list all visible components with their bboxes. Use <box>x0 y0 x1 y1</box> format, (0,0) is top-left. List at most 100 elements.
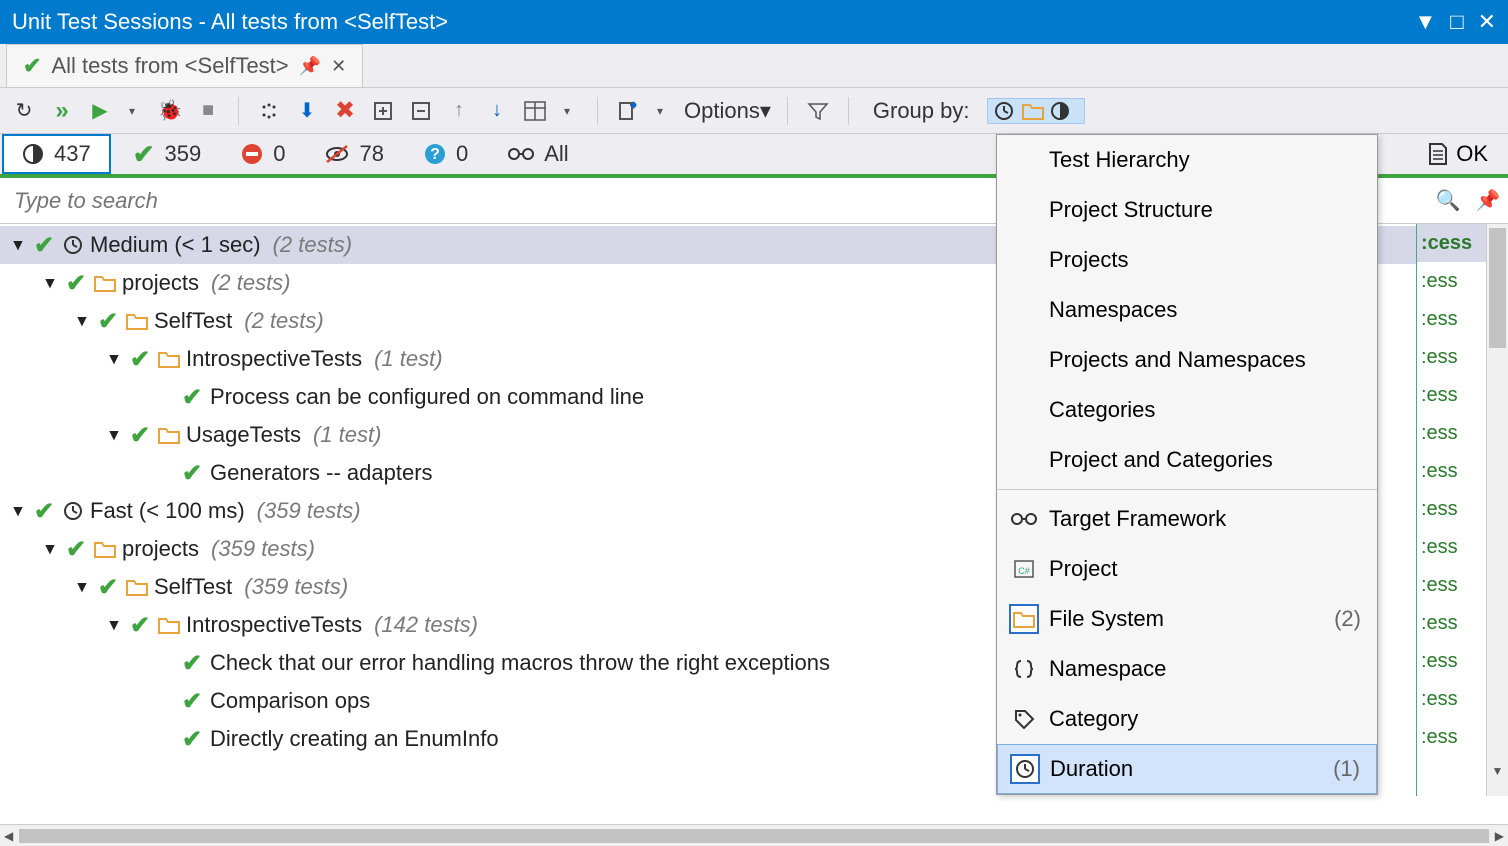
popup-label: Projects <box>1049 247 1128 273</box>
svg-text:C#: C# <box>1018 566 1030 576</box>
separator <box>787 97 788 125</box>
export-button[interactable] <box>614 97 642 125</box>
expand-icon[interactable]: ▲ <box>42 274 58 292</box>
check-icon: ✔ <box>96 573 120 602</box>
result-cell: :ess <box>1417 680 1486 718</box>
separator <box>597 97 598 125</box>
tab-session[interactable]: ✔ All tests from <SelfTest> 📌 ✕ <box>6 44 363 87</box>
tree-label: SelfTest <box>154 308 232 334</box>
check-icon: ✔ <box>128 611 152 640</box>
popup-label: Project <box>1049 556 1117 582</box>
scroll-right-icon[interactable]: ▶ <box>1495 829 1504 843</box>
run-dropdown[interactable]: ▾ <box>118 97 146 125</box>
vertical-scrollbar[interactable]: ▲ ▼ <box>1486 224 1508 796</box>
popup-item[interactable]: Projects and Namespaces <box>997 335 1377 385</box>
layout-button[interactable] <box>521 97 549 125</box>
window-close-icon[interactable]: ✕ <box>1478 9 1496 35</box>
track-button[interactable] <box>255 97 283 125</box>
popup-item[interactable]: Projects <box>997 235 1377 285</box>
result-cell: :ess <box>1417 376 1486 414</box>
options-button[interactable]: Options ▾ <box>684 97 771 125</box>
scroll-thumb[interactable] <box>19 829 1489 843</box>
check-icon: ✔ <box>133 139 155 170</box>
check-icon: ✔ <box>128 345 152 374</box>
import-button[interactable]: ⬇ <box>293 97 321 125</box>
popup-item[interactable]: Test Hierarchy <box>997 135 1377 185</box>
horizontal-scrollbar[interactable]: ◀ ▶ <box>0 824 1508 846</box>
expand-icon[interactable]: ▲ <box>10 236 26 254</box>
next-button[interactable]: ↓ <box>483 97 511 125</box>
popup-label: Category <box>1049 706 1138 732</box>
tree-count: (142 tests) <box>374 612 478 638</box>
groupby-selector[interactable] <box>987 98 1085 124</box>
tree-label: Directly creating an EnumInfo <box>210 726 499 752</box>
status-skipped[interactable]: 78 <box>305 134 403 174</box>
popup-item[interactable]: File System(2) <box>997 594 1377 644</box>
popup-count: (1) <box>1333 756 1360 782</box>
expand-icon[interactable]: ▲ <box>10 502 26 520</box>
status-failed[interactable]: 0 <box>221 134 305 174</box>
popup-item[interactable]: Duration(1) <box>997 744 1377 794</box>
folder-icon <box>126 578 148 596</box>
link-icon <box>508 146 534 162</box>
clock-icon <box>1010 754 1040 784</box>
pin-icon[interactable]: 📌 <box>1468 188 1508 213</box>
expand-icon[interactable]: ▲ <box>106 426 122 444</box>
result-cell: :ess <box>1417 528 1486 566</box>
contrast-icon <box>1050 101 1078 121</box>
layout-dropdown[interactable]: ▾ <box>553 97 581 125</box>
scroll-thumb[interactable] <box>1489 228 1506 348</box>
contrast-icon <box>22 143 44 165</box>
popup-item[interactable]: C# Project <box>997 544 1377 594</box>
popup-item[interactable]: Namespaces <box>997 285 1377 335</box>
expand-icon[interactable]: ▲ <box>106 616 122 634</box>
filter-button[interactable] <box>804 97 832 125</box>
pin-icon[interactable]: 📌 <box>299 56 321 77</box>
tree-label: UsageTests <box>186 422 301 448</box>
tree-label: projects <box>122 536 199 562</box>
popup-item[interactable]: Category <box>997 694 1377 744</box>
tag-icon <box>1009 704 1039 734</box>
window-maximize-icon[interactable]: □ <box>1450 9 1463 35</box>
svg-text:?: ? <box>430 146 440 163</box>
run-all-button[interactable]: » <box>48 97 76 125</box>
status-passed[interactable]: ✔ 359 <box>113 134 222 174</box>
popup-item[interactable]: Target Framework <box>997 494 1377 544</box>
tree-count: (359 tests) <box>211 536 315 562</box>
expand-icon[interactable]: ▲ <box>106 350 122 368</box>
result-cell: :ess <box>1417 604 1486 642</box>
scroll-down-icon[interactable]: ▼ <box>1487 764 1508 778</box>
popup-label: Categories <box>1049 397 1155 423</box>
prev-button[interactable]: ↑ <box>445 97 473 125</box>
folder-icon <box>1009 604 1039 634</box>
expand-icon[interactable]: ▲ <box>74 312 90 330</box>
collapse-all-button[interactable] <box>407 97 435 125</box>
check-icon: ✔ <box>180 459 204 488</box>
popup-item[interactable]: Project Structure <box>997 185 1377 235</box>
close-icon[interactable]: ✕ <box>331 56 346 77</box>
tree-label: Process can be configured on command lin… <box>210 384 644 410</box>
groupby-popup[interactable]: Test HierarchyProject Structure Projects N… <box>996 134 1378 795</box>
status-all[interactable]: All <box>488 134 588 174</box>
remove-button[interactable]: ✖ <box>331 97 359 125</box>
run-button[interactable]: ▶ <box>86 97 114 125</box>
scroll-left-icon[interactable]: ◀ <box>4 829 13 843</box>
export-dropdown[interactable]: ▾ <box>646 97 674 125</box>
window-menu-icon[interactable]: ▼ <box>1414 9 1436 35</box>
refresh-button[interactable]: ↻ <box>10 97 38 125</box>
expand-icon[interactable]: ▲ <box>42 540 58 558</box>
stop-button[interactable]: ■ <box>194 97 222 125</box>
folder-icon <box>158 350 180 368</box>
expand-icon[interactable]: ▲ <box>74 578 90 596</box>
status-unknown[interactable]: ? 0 <box>404 134 488 174</box>
popup-item[interactable]: Project and Categories <box>997 435 1377 485</box>
expand-all-button[interactable] <box>369 97 397 125</box>
search-icon[interactable]: 🔍 <box>1428 188 1468 213</box>
popup-item[interactable]: Categories <box>997 385 1377 435</box>
debug-button[interactable]: 🐞 <box>156 97 184 125</box>
result-cell: :ess <box>1417 262 1486 300</box>
tree-count: (2 tests) <box>244 308 323 334</box>
popup-item[interactable]: Namespace <box>997 644 1377 694</box>
tree-label: Check that our error handling macros thr… <box>210 650 830 676</box>
status-total[interactable]: 437 <box>2 134 111 174</box>
